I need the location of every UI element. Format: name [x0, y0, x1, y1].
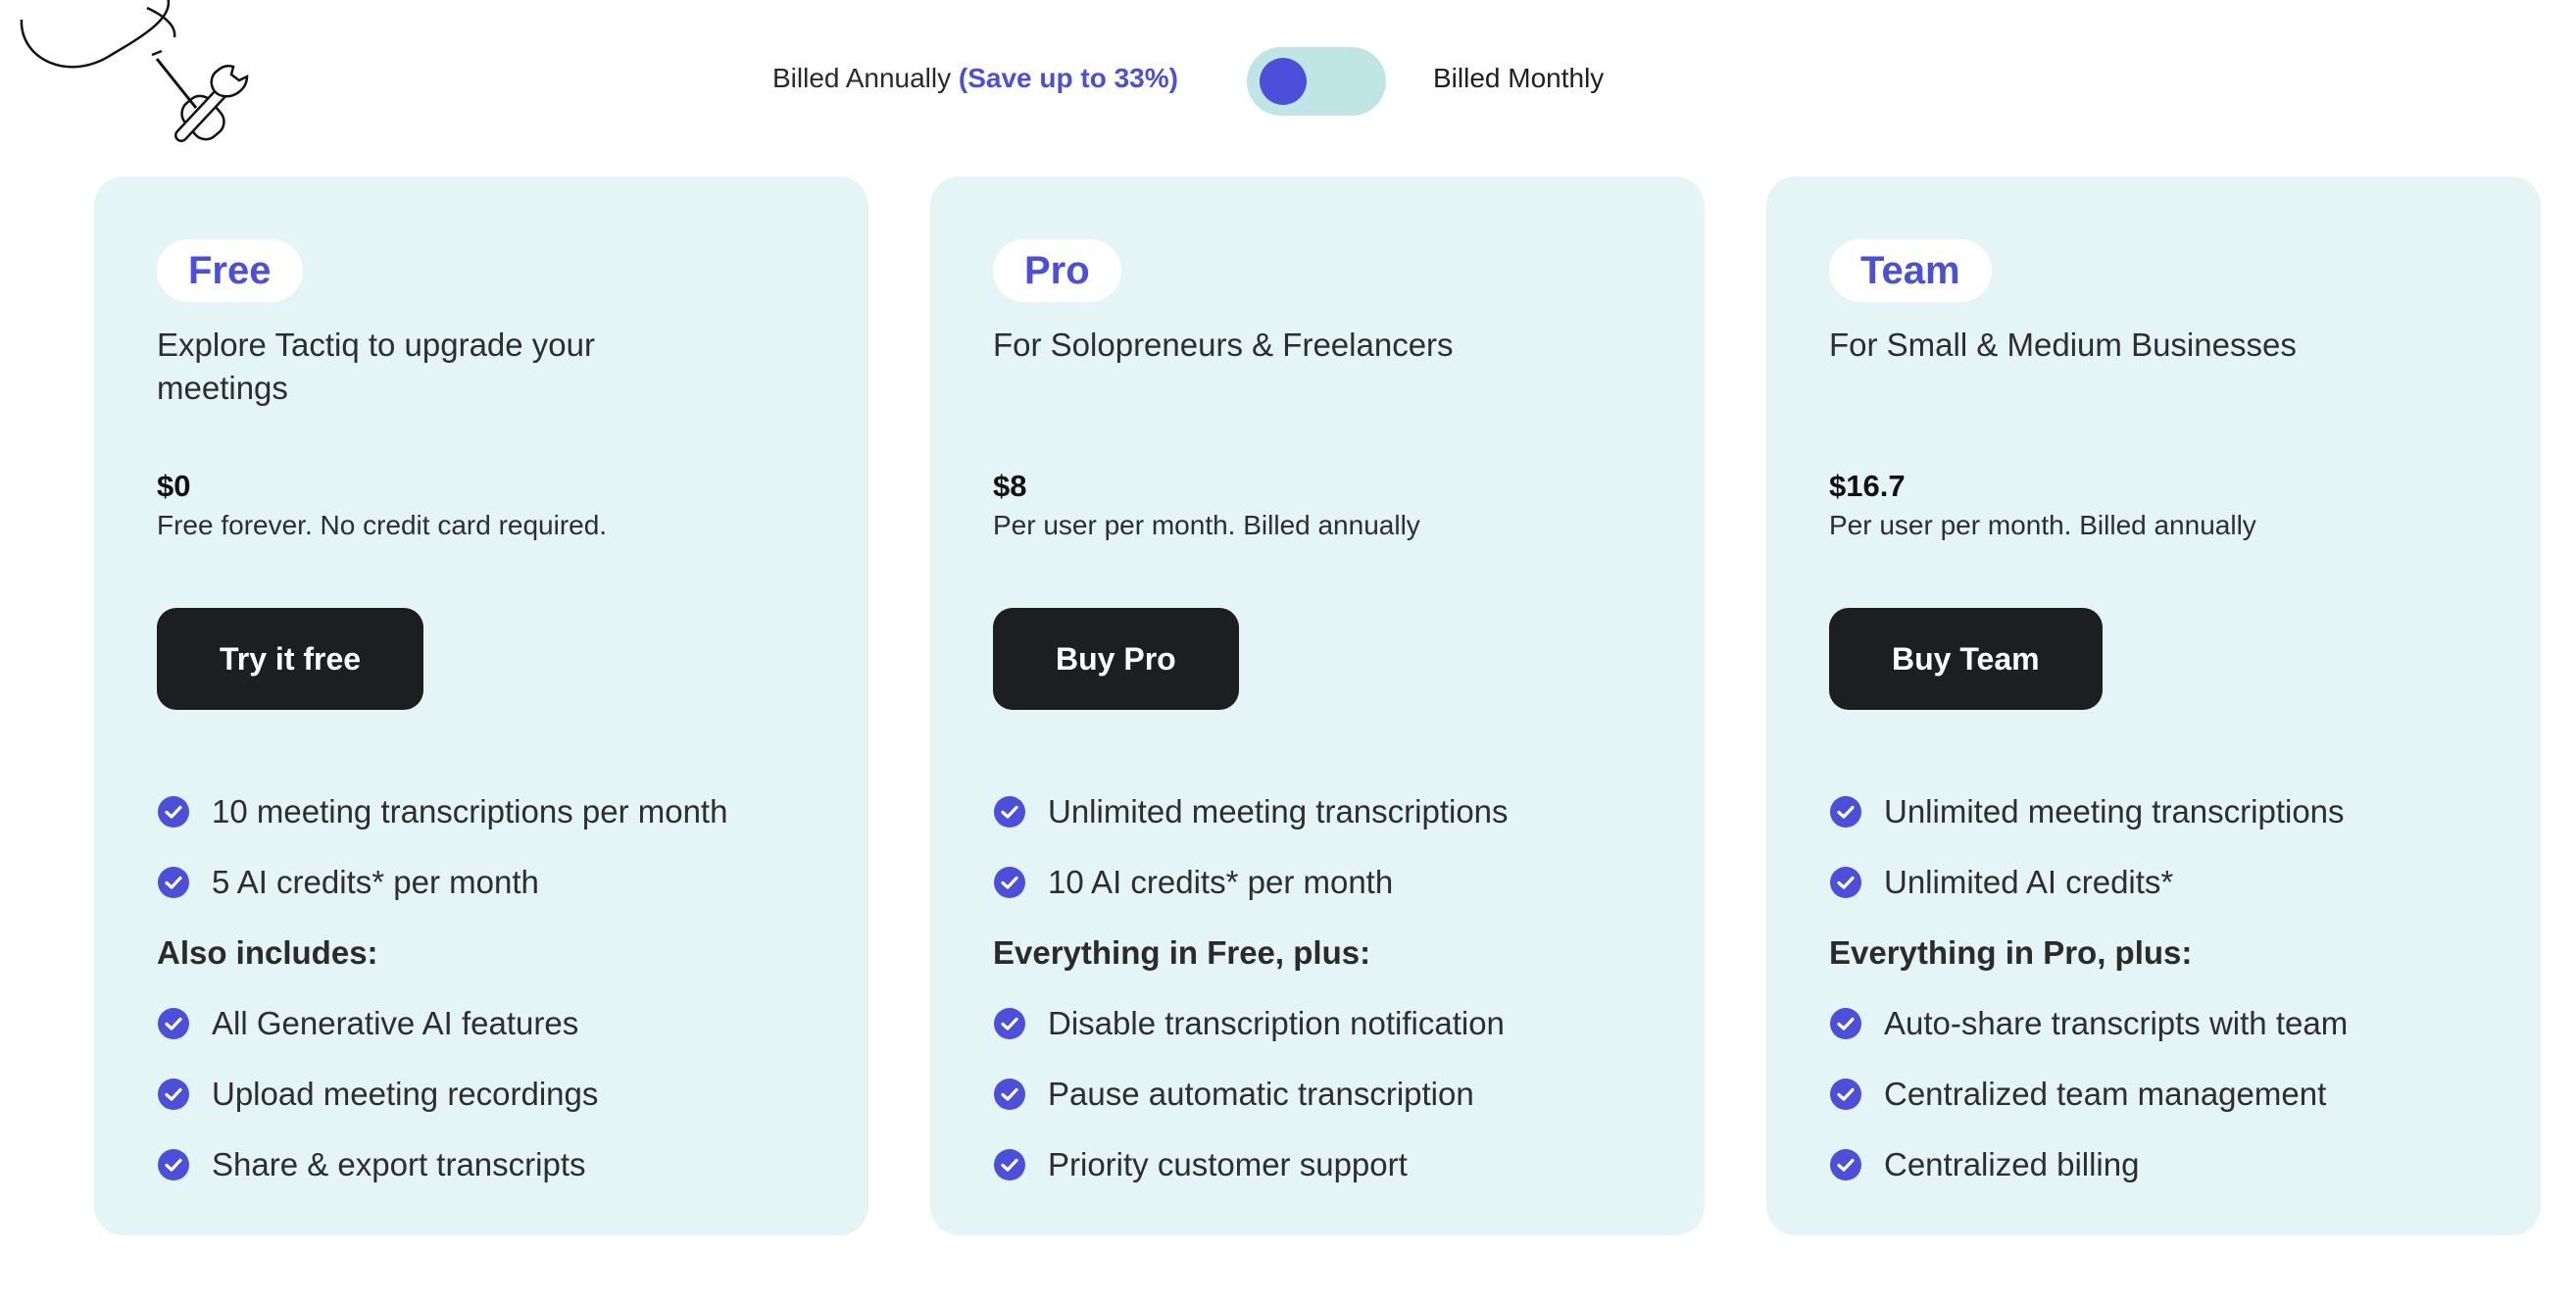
- feature-list: Unlimited meeting transcriptions 10 AI cr…: [993, 777, 1660, 1200]
- plan-price: $0: [157, 469, 191, 503]
- feature-text: Unlimited meeting transcriptions: [1884, 793, 2345, 829]
- plan-tagline: For Small & Medium Businesses: [1829, 326, 2297, 363]
- feature-item: Pause automatic transcription: [993, 1059, 1660, 1130]
- feature-item: 5 AI credits* per month: [157, 847, 823, 918]
- plan-name: Pro: [993, 239, 1121, 302]
- feature-list: Unlimited meeting transcriptions Unlimite…: [1829, 777, 2496, 1200]
- billing-period-switch[interactable]: [1247, 47, 1386, 116]
- feature-item: Share & export transcripts: [157, 1130, 823, 1200]
- check-circle-icon: [158, 1079, 189, 1110]
- pricing-page: Billed Annually (Save up to 33%) Billed …: [0, 0, 2576, 1306]
- check-circle-icon: [158, 1149, 189, 1180]
- feature-item: Auto-share transcripts with team: [1829, 988, 2496, 1059]
- feature-item: 10 AI credits* per month: [993, 847, 1660, 918]
- feature-text: 5 AI credits* per month: [212, 864, 539, 900]
- feature-item: Priority customer support: [993, 1130, 1660, 1200]
- save-badge: (Save up to 33%): [958, 63, 1178, 93]
- plan-card-team: Team For Small & Medium Businesses $16.7…: [1766, 176, 2541, 1235]
- check-circle-icon: [1830, 1079, 1861, 1110]
- feature-text: Upload meeting recordings: [212, 1076, 599, 1112]
- feature-text: Priority customer support: [1048, 1146, 1408, 1182]
- plan-tagline: For Solopreneurs & Freelancers: [993, 326, 1454, 363]
- billed-annually-label[interactable]: Billed Annually (Save up to 33%): [772, 63, 1178, 94]
- feature-item: Centralized team management: [1829, 1059, 2496, 1130]
- plan-price: $8: [993, 469, 1027, 503]
- feature-text: 10 meeting transcriptions per month: [212, 793, 728, 829]
- check-circle-icon: [158, 867, 189, 898]
- check-circle-icon: [1830, 1149, 1861, 1180]
- feature-item: 10 meeting transcriptions per month: [157, 777, 823, 847]
- feature-item: Disable transcription notification: [993, 988, 1660, 1059]
- feature-item: Upload meeting recordings: [157, 1059, 823, 1130]
- check-circle-icon: [994, 1149, 1025, 1180]
- feature-text: Share & export transcripts: [212, 1146, 586, 1182]
- feature-text: Unlimited meeting transcriptions: [1048, 793, 1509, 829]
- feature-text: Disable transcription notification: [1048, 1005, 1505, 1041]
- feature-text: 10 AI credits* per month: [1048, 864, 1394, 900]
- feature-text: Centralized team management: [1884, 1076, 2327, 1112]
- billed-annually-text: Billed Annually: [772, 63, 952, 93]
- feature-text: Pause automatic transcription: [1048, 1076, 1474, 1112]
- feature-item: Centralized billing: [1829, 1130, 2496, 1200]
- feature-list: 10 meeting transcriptions per month 5 AI …: [157, 777, 823, 1200]
- feature-text: Unlimited AI credits*: [1884, 864, 2174, 900]
- check-circle-icon: [158, 796, 189, 828]
- plan-card-free: Free Explore Tactiq to upgrade your meet…: [94, 176, 868, 1235]
- feature-text: Auto-share transcripts with team: [1884, 1005, 2349, 1041]
- plan-price-note: Free forever. No credit card required.: [157, 510, 608, 540]
- plan-name: Team: [1829, 239, 1992, 302]
- try-free-button[interactable]: Try it free: [157, 608, 424, 710]
- feature-item: Unlimited meeting transcriptions: [993, 777, 1660, 847]
- check-circle-icon: [994, 796, 1025, 828]
- feature-item: Unlimited AI credits*: [1829, 847, 2496, 918]
- check-circle-icon: [994, 867, 1025, 898]
- check-circle-icon: [1830, 1008, 1861, 1039]
- billing-toggle-bar: Billed Annually (Save up to 33%) Billed …: [0, 47, 2576, 116]
- feature-text: Everything in Pro, plus:: [1829, 934, 2193, 971]
- feature-text: Everything in Free, plus:: [993, 934, 1371, 971]
- check-circle-icon: [994, 1079, 1025, 1110]
- check-circle-icon: [158, 1008, 189, 1039]
- feature-text: Also includes:: [157, 934, 378, 971]
- billed-monthly-label[interactable]: Billed Monthly: [1433, 63, 1604, 94]
- feature-text: All Generative AI features: [212, 1005, 579, 1041]
- check-circle-icon: [1830, 796, 1861, 828]
- feature-text: Centralized billing: [1884, 1146, 2140, 1182]
- feature-section-heading: Also includes:: [157, 918, 823, 988]
- feature-item: Unlimited meeting transcriptions: [1829, 777, 2496, 847]
- feature-section-heading: Everything in Pro, plus:: [1829, 918, 2496, 988]
- feature-section-heading: Everything in Free, plus:: [993, 918, 1660, 988]
- plan-price-note: Per user per month. Billed annually: [1829, 510, 2256, 540]
- plan-card-pro: Pro For Solopreneurs & Freelancers $8 Pe…: [930, 176, 1705, 1235]
- plan-price: $16.7: [1829, 469, 1906, 503]
- switch-knob: [1260, 58, 1307, 105]
- buy-team-button[interactable]: Buy Team: [1829, 608, 2103, 710]
- check-circle-icon: [1830, 867, 1861, 898]
- check-circle-icon: [994, 1008, 1025, 1039]
- plan-name: Free: [157, 239, 303, 302]
- plan-price-note: Per user per month. Billed annually: [993, 510, 1420, 540]
- feature-item: All Generative AI features: [157, 988, 823, 1059]
- plan-tagline: Explore Tactiq to upgrade your meetings: [157, 326, 595, 406]
- buy-pro-button[interactable]: Buy Pro: [993, 608, 1239, 710]
